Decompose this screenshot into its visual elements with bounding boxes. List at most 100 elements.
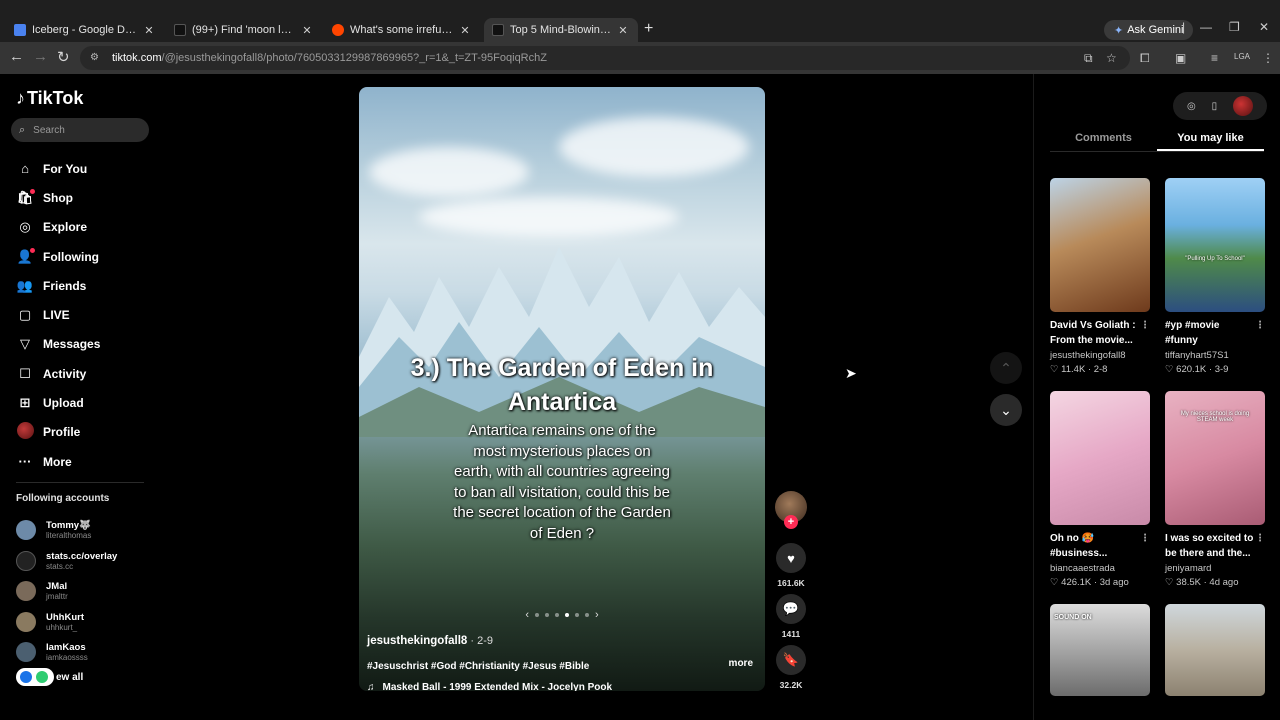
kebab-icon[interactable]: ⋮: [1255, 318, 1265, 333]
new-tab-button[interactable]: +: [644, 20, 653, 38]
media-controls-icon[interactable]: ≡: [1211, 51, 1218, 65]
post-hashtags[interactable]: #Jesuschrist #God #Christianity #Jesus #…: [367, 661, 757, 672]
video-card[interactable]: David Vs Goliath : From the movie... ⋮ je…: [1050, 178, 1150, 375]
nav-messages[interactable]: ▽ Messages: [16, 330, 156, 359]
browser-tab[interactable]: (99+) Find 'moon landing fake' c ✕: [166, 18, 322, 42]
nav-activity[interactable]: ☐ Activity: [16, 359, 156, 388]
tab-comments[interactable]: Comments: [1050, 126, 1157, 151]
more-button[interactable]: more: [729, 658, 753, 669]
nav-explore[interactable]: ◎ Explore: [16, 213, 156, 242]
account-item[interactable]: IamKaos iamkaossss: [16, 637, 156, 668]
address-bar[interactable]: ⚙ tiktok.com /@jesusthekingofall8/photo/…: [80, 46, 1130, 70]
comment-button[interactable]: 💬: [776, 594, 806, 624]
user-avatar[interactable]: [1233, 96, 1254, 116]
side-panel-icon[interactable]: ▣: [1175, 51, 1186, 65]
avatar: [16, 611, 36, 632]
carousel-dot-active[interactable]: [565, 613, 569, 617]
compass-icon[interactable]: ◎: [1187, 101, 1196, 112]
search-input[interactable]: [33, 124, 134, 136]
bookmark-star-icon[interactable]: ☆: [1106, 51, 1117, 65]
tab-you-may-like[interactable]: You may like: [1157, 126, 1264, 151]
nav-friends[interactable]: 👥 Friends: [16, 271, 156, 300]
install-app-icon[interactable]: ⧉: [1084, 51, 1093, 66]
kebab-icon[interactable]: ⋮: [1140, 318, 1150, 333]
video-author[interactable]: tiffanyhart57S1: [1165, 350, 1265, 361]
menu-kebab-icon[interactable]: ⋮: [1262, 51, 1274, 65]
post-username[interactable]: jesusthekingofall8: [367, 635, 467, 647]
mouse-cursor-icon: ➤: [845, 365, 857, 381]
profile-badge[interactable]: LGA: [1234, 52, 1250, 61]
video-thumbnail[interactable]: SOUND ON: [1050, 604, 1150, 696]
close-window-icon[interactable]: ✕: [1259, 20, 1269, 34]
carousel-dot[interactable]: [555, 613, 559, 617]
video-stats: ♡ 620.1K · 3-9: [1165, 364, 1229, 375]
tab-search-icon[interactable]: |: [1182, 20, 1185, 34]
account-item[interactable]: UhhKurt uhhkurt_: [16, 607, 156, 638]
browser-tab[interactable]: What's some irrefutable eviden ✕: [324, 18, 480, 42]
video-card[interactable]: SOUND ON: [1050, 604, 1150, 696]
browser-tab-active[interactable]: Top 5 Mind-Blowing Biblical Co ✕: [484, 18, 638, 42]
follow-plus-icon[interactable]: +: [784, 515, 798, 529]
kebab-icon[interactable]: ⋮: [1255, 531, 1265, 546]
video-thumbnail[interactable]: [1050, 391, 1150, 525]
view-all-link[interactable]: ew all: [16, 667, 83, 687]
nav-for-you[interactable]: ⌂ For You: [16, 154, 156, 183]
site-info-icon[interactable]: ⚙: [90, 52, 102, 64]
post-photo[interactable]: 3.) The Garden of Eden in Antartica Anta…: [359, 87, 765, 691]
extension-toggle[interactable]: [16, 668, 54, 686]
restore-icon[interactable]: ❐: [1229, 20, 1240, 34]
video-author[interactable]: jeniyamard: [1165, 563, 1265, 574]
account-item[interactable]: Tommy🐺 literalthomas: [16, 515, 156, 546]
tiktok-logo[interactable]: ♪ TikTok: [16, 88, 83, 109]
video-author[interactable]: jesusthekingofall8: [1050, 350, 1150, 361]
extensions-icon[interactable]: ⧠: [1140, 51, 1150, 66]
next-video-button[interactable]: ⌄: [990, 394, 1022, 426]
video-thumbnail[interactable]: "Pulling Up To School": [1165, 178, 1265, 312]
chevron-left-icon[interactable]: ‹: [525, 609, 529, 621]
save-button[interactable]: 🔖: [776, 645, 806, 675]
reload-icon[interactable]: ↻: [57, 48, 70, 66]
minimize-icon[interactable]: —: [1200, 20, 1212, 34]
forward-arrow-icon[interactable]: →: [33, 48, 48, 65]
carousel-dot[interactable]: [545, 613, 549, 617]
carousel-dot[interactable]: [585, 613, 589, 617]
nav-following[interactable]: 👤 Following: [16, 242, 156, 271]
account-item[interactable]: stats.cc/overlay stats.cc: [16, 546, 156, 577]
kebab-icon[interactable]: ⋮: [1140, 531, 1150, 546]
chevron-right-icon[interactable]: ›: [595, 609, 599, 621]
close-tab-icon[interactable]: ✕: [616, 24, 630, 37]
video-thumbnail[interactable]: [1165, 604, 1265, 696]
video-thumbnail[interactable]: My nieces school is doing STEAM week: [1165, 391, 1265, 525]
browser-tab[interactable]: Iceberg - Google Docs ✕: [6, 18, 164, 42]
video-card[interactable]: [1165, 604, 1265, 696]
previous-video-button[interactable]: ⌃: [990, 352, 1022, 384]
carousel-indicator: ‹ ›: [504, 607, 620, 623]
nav-label: For You: [43, 161, 88, 176]
back-arrow-icon[interactable]: ←: [9, 48, 24, 65]
carousel-dot[interactable]: [535, 613, 539, 617]
video-card[interactable]: Oh no 🥵 #business... ⋮ biancaaestrada ♡ 4…: [1050, 391, 1150, 588]
phone-icon[interactable]: ▯: [1212, 101, 1218, 112]
nav-more[interactable]: ··· More: [16, 447, 156, 476]
nav-live[interactable]: ▢ LIVE: [16, 300, 156, 329]
close-tab-icon[interactable]: ✕: [300, 24, 314, 37]
creator-avatar[interactable]: +: [775, 491, 807, 529]
search-box[interactable]: ⌕: [11, 118, 149, 142]
account-item[interactable]: JMal jmalttr: [16, 576, 156, 607]
close-tab-icon[interactable]: ✕: [458, 24, 472, 37]
post-music[interactable]: ♫ Masked Ball - 1999 Extended Mix - Joce…: [367, 682, 757, 691]
nav-upload[interactable]: ⊞ Upload: [16, 388, 156, 417]
video-thumbnail[interactable]: [1050, 178, 1150, 312]
nav-profile[interactable]: Profile: [16, 418, 156, 447]
close-tab-icon[interactable]: ✕: [142, 24, 156, 37]
account-name: Tommy🐺: [46, 520, 91, 532]
ask-gemini-button[interactable]: ✦ Ask Gemini: [1104, 20, 1194, 40]
nav-shop[interactable]: 🛍 Shop: [16, 183, 156, 212]
video-author[interactable]: biancaaestrada: [1050, 563, 1150, 574]
carousel-dot[interactable]: [575, 613, 579, 617]
nav-label: Following: [43, 249, 99, 264]
video-card[interactable]: My nieces school is doing STEAM week I w…: [1165, 391, 1265, 588]
like-button[interactable]: ♥: [776, 543, 806, 573]
video-card[interactable]: "Pulling Up To School" #yp #movie #funny…: [1165, 178, 1265, 375]
thumbnail-caption: "Pulling Up To School": [1185, 256, 1245, 262]
